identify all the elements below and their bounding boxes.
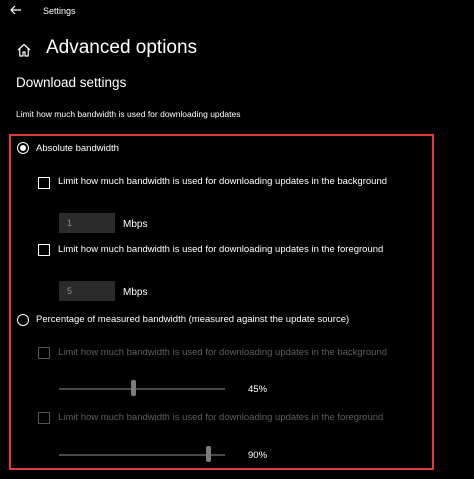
percentage-bandwidth-radio[interactable] <box>17 314 29 326</box>
absolute-bandwidth-label: Absolute bandwidth <box>36 143 119 154</box>
percentage-background-label: Limit how much bandwidth is used for dow… <box>58 347 388 358</box>
back-button[interactable] <box>8 2 24 18</box>
app-title: Settings <box>43 6 76 16</box>
absolute-background-checkbox[interactable] <box>38 177 50 189</box>
background-percentage-slider[interactable] <box>59 388 225 390</box>
percentage-bandwidth-label: Percentage of measured bandwidth (measur… <box>36 314 350 325</box>
home-icon <box>17 43 31 57</box>
percentage-foreground-checkbox[interactable] <box>38 412 50 424</box>
foreground-slider-thumb[interactable] <box>205 446 211 462</box>
page-title: Advanced options <box>46 37 198 58</box>
foreground-percentage-value: 90% <box>248 450 268 461</box>
background-slider-thumb[interactable] <box>131 380 137 396</box>
back-arrow-icon <box>10 5 21 15</box>
section-title: Download settings <box>16 75 127 90</box>
absolute-foreground-label: Limit how much bandwidth is used for dow… <box>58 244 384 255</box>
background-percentage-value: 45% <box>248 384 268 395</box>
absolute-foreground-checkbox[interactable] <box>38 244 50 256</box>
foreground-mbps-input[interactable]: 5 <box>59 281 115 301</box>
radio-selected-dot <box>20 145 26 151</box>
foreground-mbps-unit: Mbps <box>123 287 148 298</box>
background-mbps-input[interactable]: 1 <box>59 213 115 233</box>
percentage-background-checkbox[interactable] <box>38 347 50 359</box>
absolute-bandwidth-radio[interactable] <box>17 142 29 154</box>
absolute-background-label: Limit how much bandwidth is used for dow… <box>58 176 388 187</box>
foreground-percentage-slider[interactable] <box>59 454 225 456</box>
section-description: Limit how much bandwidth is used for dow… <box>16 109 241 119</box>
background-mbps-unit: Mbps <box>123 219 148 230</box>
percentage-foreground-label: Limit how much bandwidth is used for dow… <box>58 412 384 423</box>
